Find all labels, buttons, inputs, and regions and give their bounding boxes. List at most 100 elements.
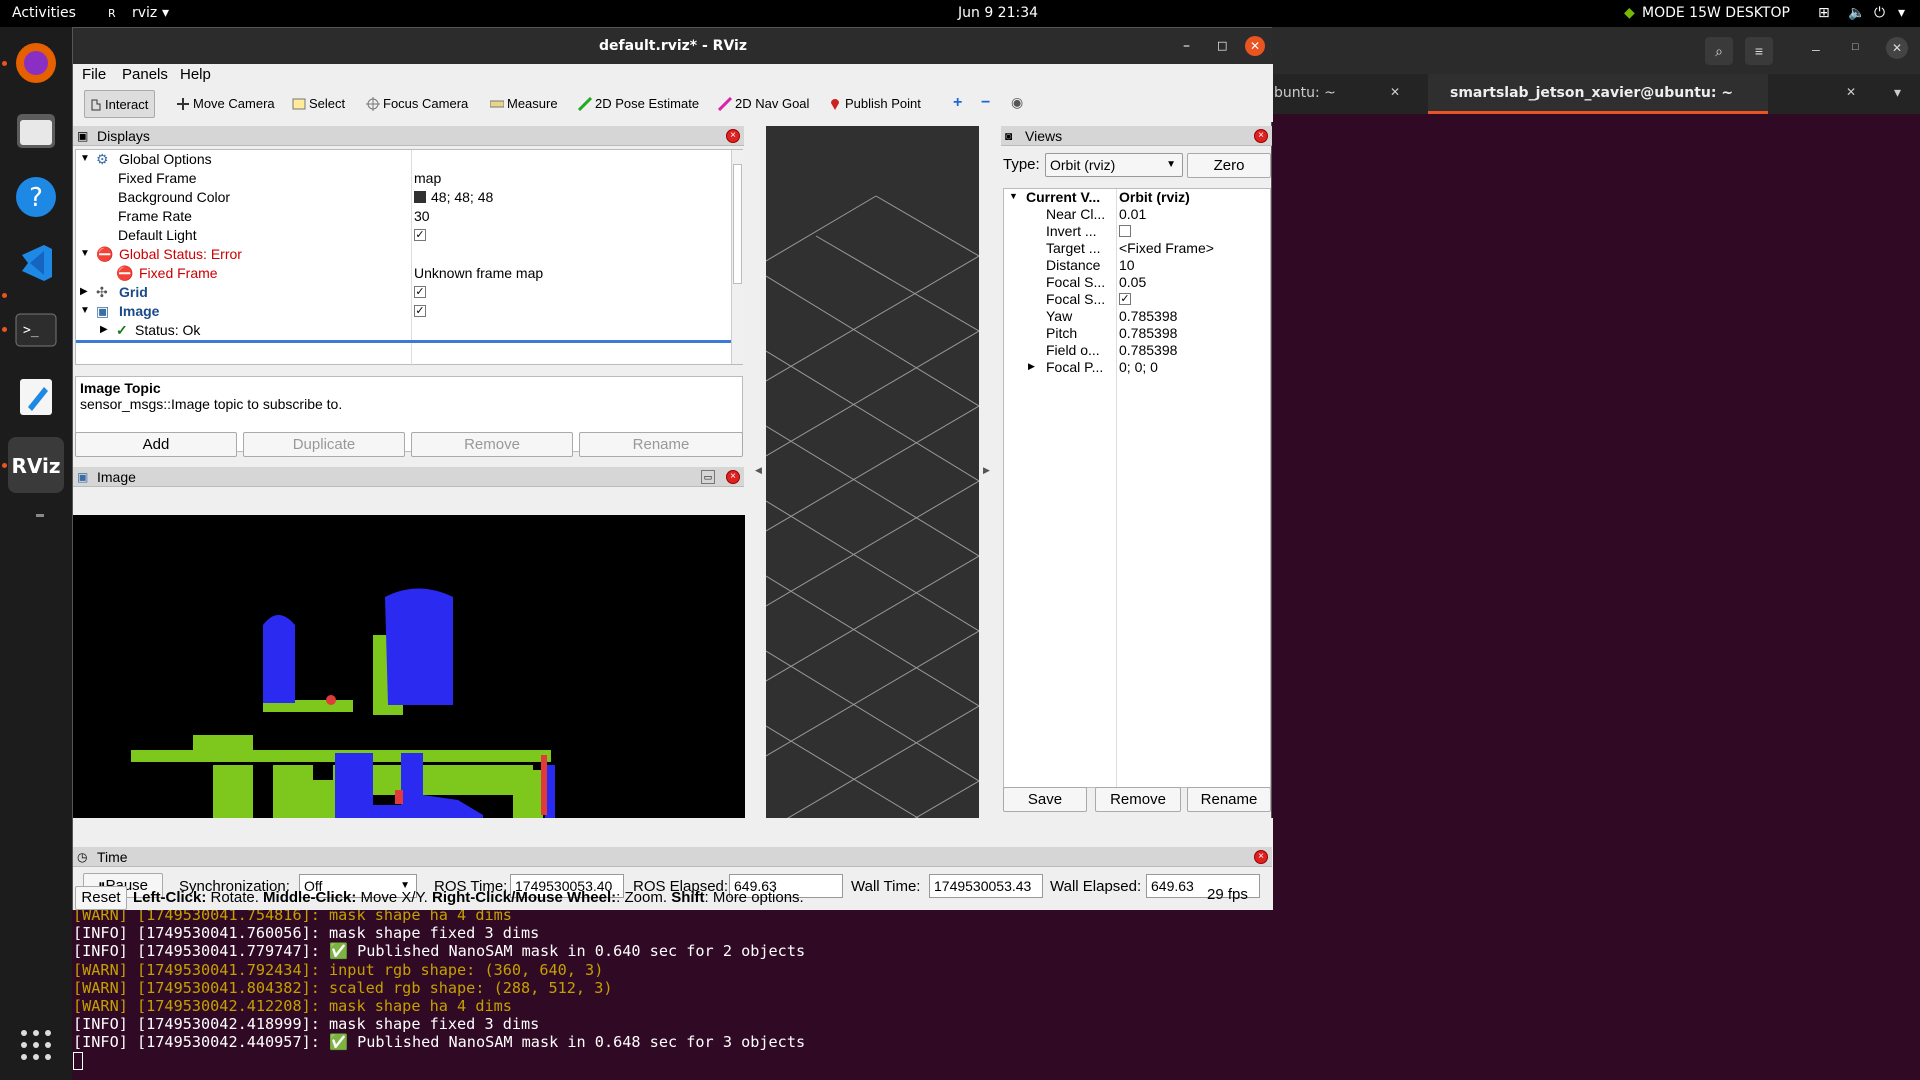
tree-value[interactable]: 0.05 bbox=[1119, 274, 1146, 290]
tree-row-view-property[interactable]: Pitch 0.785398 bbox=[1004, 325, 1270, 342]
checkbox-checked[interactable]: ✓ bbox=[414, 305, 426, 317]
tool-measure[interactable]: Measure bbox=[487, 90, 558, 118]
save-view-button[interactable]: Save bbox=[1003, 787, 1087, 812]
close-icon[interactable]: ✕ bbox=[1886, 37, 1908, 59]
rviz-icon[interactable]: RViz bbox=[8, 437, 64, 493]
remove-button[interactable]: Remove bbox=[411, 432, 573, 457]
chevron-down-icon[interactable]: ▾ bbox=[1898, 5, 1905, 21]
tree-value[interactable]: 0.785398 bbox=[1119, 325, 1177, 341]
rename-button[interactable]: Rename bbox=[579, 432, 743, 457]
tool-move-camera[interactable]: Move Camera bbox=[173, 90, 275, 118]
image-view[interactable] bbox=[73, 515, 745, 841]
tool-focus-camera[interactable]: Focus Camera bbox=[363, 90, 468, 118]
tree-row-global-status[interactable]: ▼ ⛔ Global Status: Error bbox=[76, 245, 736, 264]
menu-help[interactable]: Help bbox=[180, 66, 211, 83]
scrollbar-thumb[interactable] bbox=[733, 164, 742, 284]
close-icon[interactable]: × bbox=[1254, 850, 1268, 864]
collapse-right-icon[interactable]: ▶ bbox=[983, 465, 990, 476]
close-icon[interactable]: × bbox=[726, 129, 740, 143]
tree-value[interactable]: 30 bbox=[414, 208, 430, 224]
zero-button[interactable]: Zero bbox=[1187, 153, 1271, 178]
checkbox-checked[interactable]: ✓ bbox=[414, 229, 426, 241]
activities-button[interactable]: Activities bbox=[12, 5, 76, 21]
tree-row-image[interactable]: ▼ ▣ Image ✓ bbox=[76, 302, 736, 321]
float-icon[interactable]: ▭ bbox=[701, 470, 715, 484]
close-icon[interactable]: × bbox=[726, 470, 740, 484]
vscode-icon[interactable] bbox=[8, 235, 64, 291]
tree-row-current-view[interactable]: ▼ Current V... Orbit (rviz) bbox=[1004, 189, 1270, 206]
checkbox-checked[interactable]: ✓ bbox=[1119, 293, 1131, 305]
tree-row-view-property[interactable]: Distance 10 bbox=[1004, 257, 1270, 274]
tree-value[interactable]: 0.785398 bbox=[1119, 308, 1177, 324]
power-mode-indicator[interactable]: MODE 15W DESKTOP bbox=[1642, 5, 1790, 21]
tree-row-global-options[interactable]: ▼ ⚙ Global Options bbox=[76, 150, 736, 169]
checkbox-unchecked[interactable] bbox=[1119, 225, 1131, 237]
add-tool-icon[interactable]: + bbox=[953, 94, 962, 112]
tool-interact[interactable]: Interact bbox=[84, 90, 156, 118]
tree-value[interactable]: 0.01 bbox=[1119, 206, 1146, 222]
chevron-down-icon[interactable]: ▼ bbox=[80, 248, 90, 259]
chevron-right-icon[interactable]: ▶ bbox=[1028, 361, 1035, 372]
app-menu[interactable]: rviz bbox=[132, 5, 157, 21]
close-icon[interactable]: × bbox=[1254, 129, 1268, 143]
power-icon[interactable]: ⏻ bbox=[1874, 5, 1885, 21]
color-swatch[interactable] bbox=[414, 191, 426, 203]
tree-row-view-property[interactable]: Target ... <Fixed Frame> bbox=[1004, 240, 1270, 257]
tree-row-fixed-frame-error[interactable]: ⛔ Fixed Frame Unknown frame map bbox=[76, 264, 736, 283]
close-icon[interactable]: ✕ bbox=[1390, 85, 1400, 99]
chevron-down-icon[interactable]: ▼ bbox=[1009, 191, 1018, 201]
tree-row-view-property[interactable]: Focal P... 0; 0; 0 ▶ bbox=[1004, 359, 1270, 376]
tree-value[interactable]: 48; 48; 48 bbox=[431, 189, 493, 205]
files-icon[interactable] bbox=[8, 102, 64, 158]
tree-value[interactable]: 10 bbox=[1119, 257, 1135, 273]
minimize-icon[interactable]: – bbox=[1812, 41, 1820, 57]
tool-2d-pose-estimate[interactable]: 2D Pose Estimate bbox=[575, 90, 699, 118]
chevron-down-icon[interactable]: ▼ bbox=[80, 305, 90, 316]
render-3d-view[interactable] bbox=[766, 126, 979, 841]
close-icon[interactable]: ✕ bbox=[1245, 36, 1265, 56]
clock[interactable]: Jun 9 21:34 bbox=[958, 5, 1038, 21]
tree-value[interactable]: map bbox=[414, 170, 441, 186]
terminal-tab-active[interactable]: smartslab_jetson_xavier@ubuntu: ~ bbox=[1428, 74, 1768, 114]
eye-icon[interactable]: ◉ bbox=[1011, 94, 1023, 111]
checkbox-checked[interactable]: ✓ bbox=[414, 286, 426, 298]
close-icon[interactable]: ✕ bbox=[1846, 85, 1856, 99]
tool-2d-nav-goal[interactable]: 2D Nav Goal bbox=[715, 90, 809, 118]
volume-icon[interactable]: 🔈 bbox=[1848, 5, 1865, 21]
tree-value[interactable]: 0.785398 bbox=[1119, 342, 1177, 358]
window-titlebar[interactable]: default.rviz* - RViz – □ ✕ bbox=[73, 28, 1273, 64]
chevron-right-icon[interactable]: ▶ bbox=[100, 324, 108, 335]
tree-value[interactable]: 0; 0; 0 bbox=[1119, 359, 1158, 375]
tree-row-default-light[interactable]: Default Light ✓ bbox=[76, 226, 736, 245]
chevron-down-icon[interactable]: ▼ bbox=[80, 153, 90, 164]
remove-view-button[interactable]: Remove bbox=[1095, 787, 1181, 812]
displays-tree[interactable]: ▼ ⚙ Global Options Fixed Frame map Backg… bbox=[75, 149, 743, 366]
terminal-output[interactable]: [WARN] [1749530041.754816]: mask shape h… bbox=[73, 906, 805, 1052]
tree-row-status-ok[interactable]: ▶ ✓ Status: Ok bbox=[76, 321, 736, 340]
tool-select[interactable]: Select bbox=[289, 90, 345, 118]
reset-button[interactable]: Reset bbox=[75, 886, 127, 910]
duplicate-button[interactable]: Duplicate bbox=[243, 432, 405, 457]
help-icon[interactable]: ? bbox=[8, 169, 64, 225]
tree-row-grid[interactable]: ▶ ✣ Grid ✓ bbox=[76, 283, 736, 302]
menu-panels[interactable]: Panels bbox=[122, 66, 168, 83]
view-type-select[interactable]: Orbit (rviz) ▼ bbox=[1045, 153, 1183, 177]
tree-row-background-color[interactable]: Background Color 48; 48; 48 bbox=[76, 188, 736, 207]
tree-row-view-property[interactable]: Focal S... ✓ bbox=[1004, 291, 1270, 308]
tool-publish-point[interactable]: Publish Point bbox=[825, 90, 921, 118]
chevron-right-icon[interactable]: ▶ bbox=[80, 286, 88, 297]
tree-row-frame-rate[interactable]: Frame Rate 30 bbox=[76, 207, 736, 226]
tree-row-fixed-frame[interactable]: Fixed Frame map bbox=[76, 169, 736, 188]
tree-row-view-property[interactable]: Near Cl... 0.01 bbox=[1004, 206, 1270, 223]
text-editor-icon[interactable] bbox=[8, 369, 64, 425]
scrollbar[interactable] bbox=[731, 150, 743, 364]
rename-view-button[interactable]: Rename bbox=[1187, 787, 1271, 812]
show-apps-icon[interactable] bbox=[8, 1017, 64, 1073]
tree-value[interactable]: <Fixed Frame> bbox=[1119, 240, 1214, 256]
remove-tool-icon[interactable]: − bbox=[981, 94, 990, 112]
tree-row-view-property[interactable]: Field o... 0.785398 bbox=[1004, 342, 1270, 359]
terminal-tab[interactable]: buntu: ~ bbox=[1274, 85, 1336, 101]
menu-icon[interactable]: ≡ bbox=[1745, 37, 1773, 65]
maximize-icon[interactable]: □ bbox=[1217, 28, 1227, 64]
collapse-left-icon[interactable]: ◀ bbox=[755, 465, 762, 476]
